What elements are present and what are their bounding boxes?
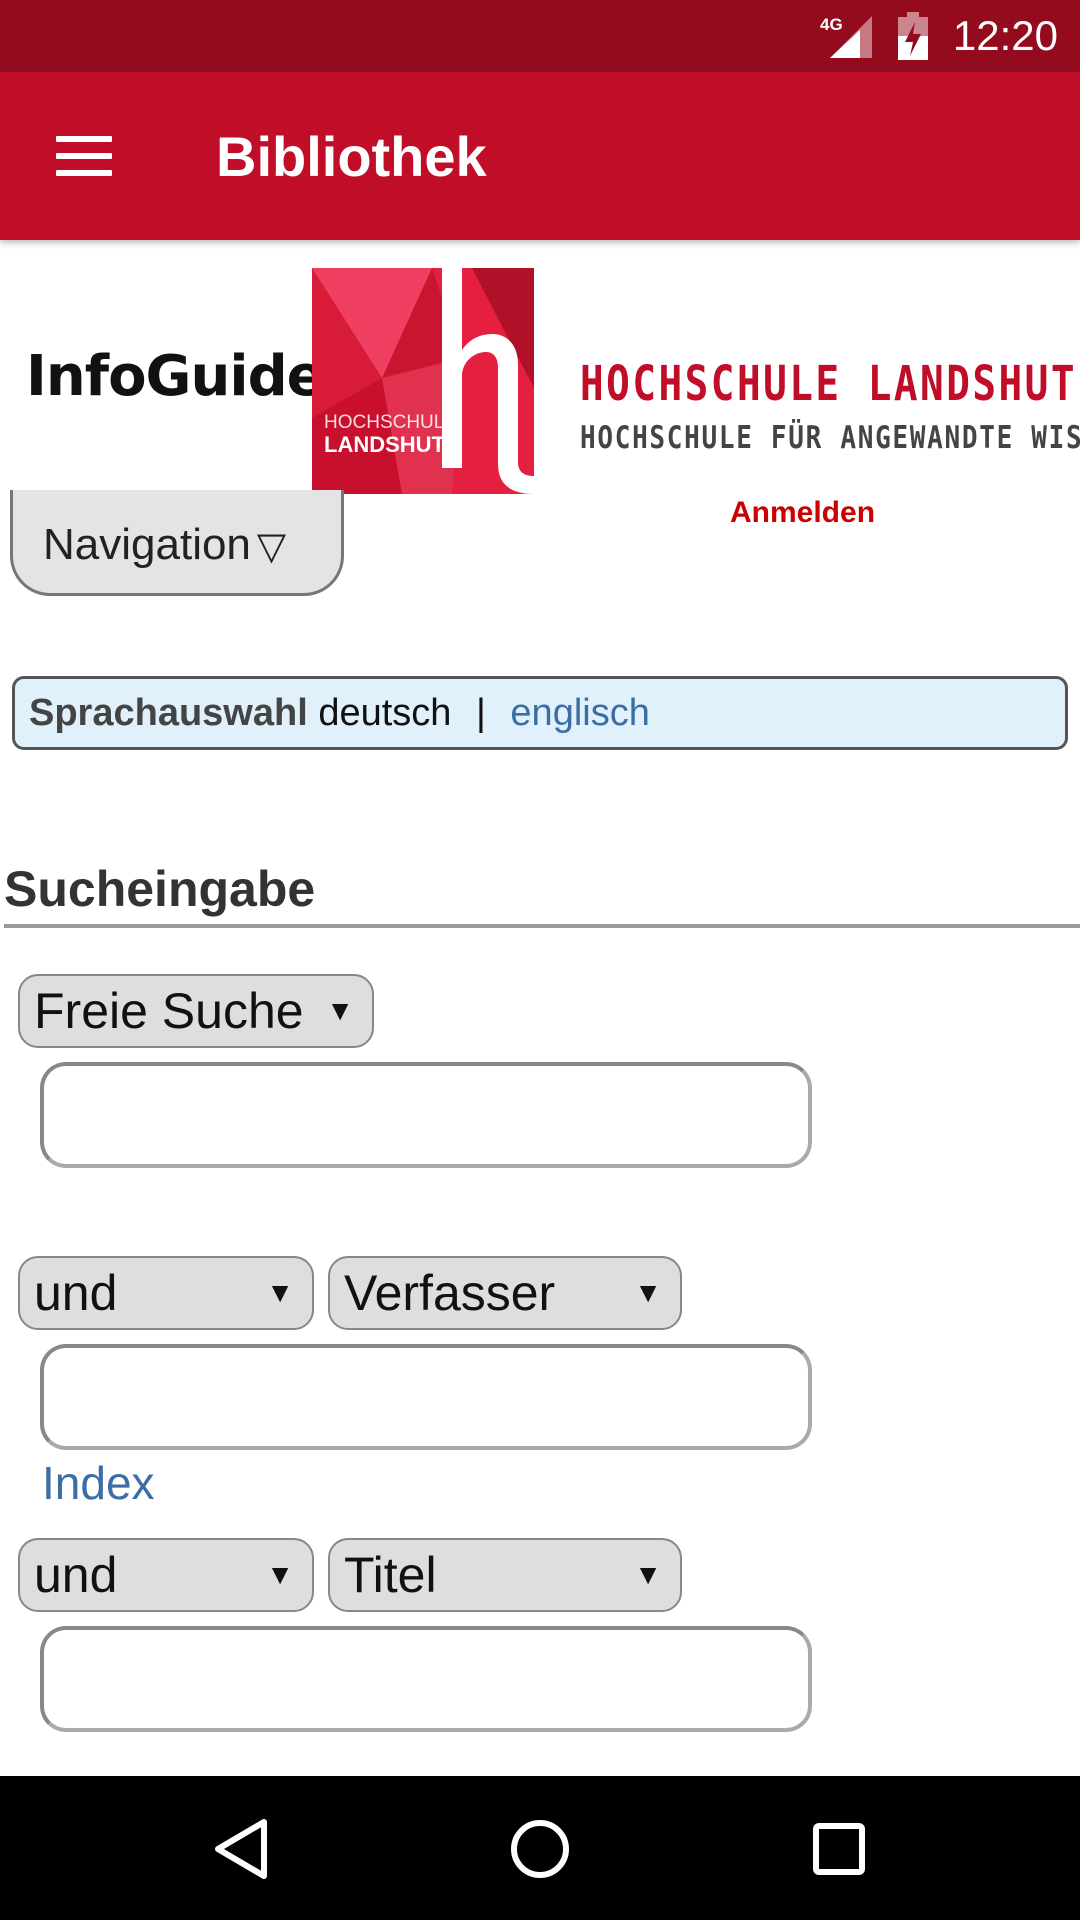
hamburger-menu-icon[interactable] xyxy=(40,116,128,196)
app-bar: Bibliothek xyxy=(0,72,1080,240)
cellular-signal-icon: 4G xyxy=(820,15,872,58)
search-input-2[interactable] xyxy=(40,1344,812,1450)
search-input-1[interactable] xyxy=(40,1062,812,1168)
app-title: Bibliothek xyxy=(216,125,487,188)
operator-select-2[interactable]: und ▼ xyxy=(18,1256,314,1330)
caret-down-icon: ▼ xyxy=(266,1559,294,1590)
section-divider xyxy=(4,924,1080,928)
caret-down-icon: ▼ xyxy=(266,1277,294,1308)
system-navigation-bar xyxy=(0,1776,1080,1920)
select-value: Titel xyxy=(344,1547,437,1603)
caret-down-icon: ▼ xyxy=(634,1277,662,1308)
search-field-select-2[interactable]: Verfasser ▼ xyxy=(328,1256,682,1330)
select-value: und xyxy=(34,1547,118,1603)
hochschule-landshut-logo: HOCHSCHULE LANDSHUT xyxy=(312,268,534,494)
svg-text:4G: 4G xyxy=(820,15,843,34)
search-heading: Sucheingabe xyxy=(4,861,316,917)
language-label: Sprachauswahl xyxy=(29,692,308,734)
back-triangle-icon[interactable] xyxy=(196,1804,286,1894)
home-circle-icon[interactable] xyxy=(495,1804,585,1894)
triangle-down-icon: ▽ xyxy=(256,526,287,568)
select-value: und xyxy=(34,1265,118,1321)
status-time: 12:20 xyxy=(952,12,1058,59)
select-value: Verfasser xyxy=(344,1265,556,1321)
operator-select-3[interactable]: und ▼ xyxy=(18,1538,314,1612)
language-separator: | xyxy=(475,692,486,734)
caret-down-icon: ▼ xyxy=(326,995,354,1026)
svg-text:LANDSHUT: LANDSHUT xyxy=(324,432,446,457)
login-link[interactable]: Anmelden xyxy=(730,496,875,530)
svg-text:HOCHSCHULE: HOCHSCHULE xyxy=(324,412,457,433)
infoguide-logo: InfoGuide xyxy=(26,344,325,409)
search-input-3[interactable] xyxy=(40,1626,812,1732)
search-field-select-3[interactable]: Titel ▼ xyxy=(328,1538,682,1612)
index-link[interactable]: Index xyxy=(42,1456,155,1510)
search-field-select-1[interactable]: Freie Suche ▼ xyxy=(18,974,374,1048)
status-bar: 4G 12:20 xyxy=(0,0,1080,72)
language-english-link[interactable]: englisch xyxy=(510,692,649,734)
caret-down-icon: ▼ xyxy=(634,1559,662,1590)
recents-square-icon[interactable] xyxy=(794,1804,884,1894)
university-subtitle: HOCHSCHULE FÜR ANGEWANDTE WISSE xyxy=(580,420,1080,456)
select-value: Freie Suche xyxy=(34,983,304,1039)
university-name: HOCHSCHULE LANDSHUT xyxy=(580,356,1077,412)
language-current: deutsch xyxy=(318,692,452,734)
navigation-button[interactable]: Navigation ▽ xyxy=(10,490,344,596)
language-bar: Sprachauswahl deutsch | englisch xyxy=(12,676,1068,750)
battery-icon xyxy=(898,12,928,60)
navigation-label: Navigation xyxy=(43,520,251,569)
